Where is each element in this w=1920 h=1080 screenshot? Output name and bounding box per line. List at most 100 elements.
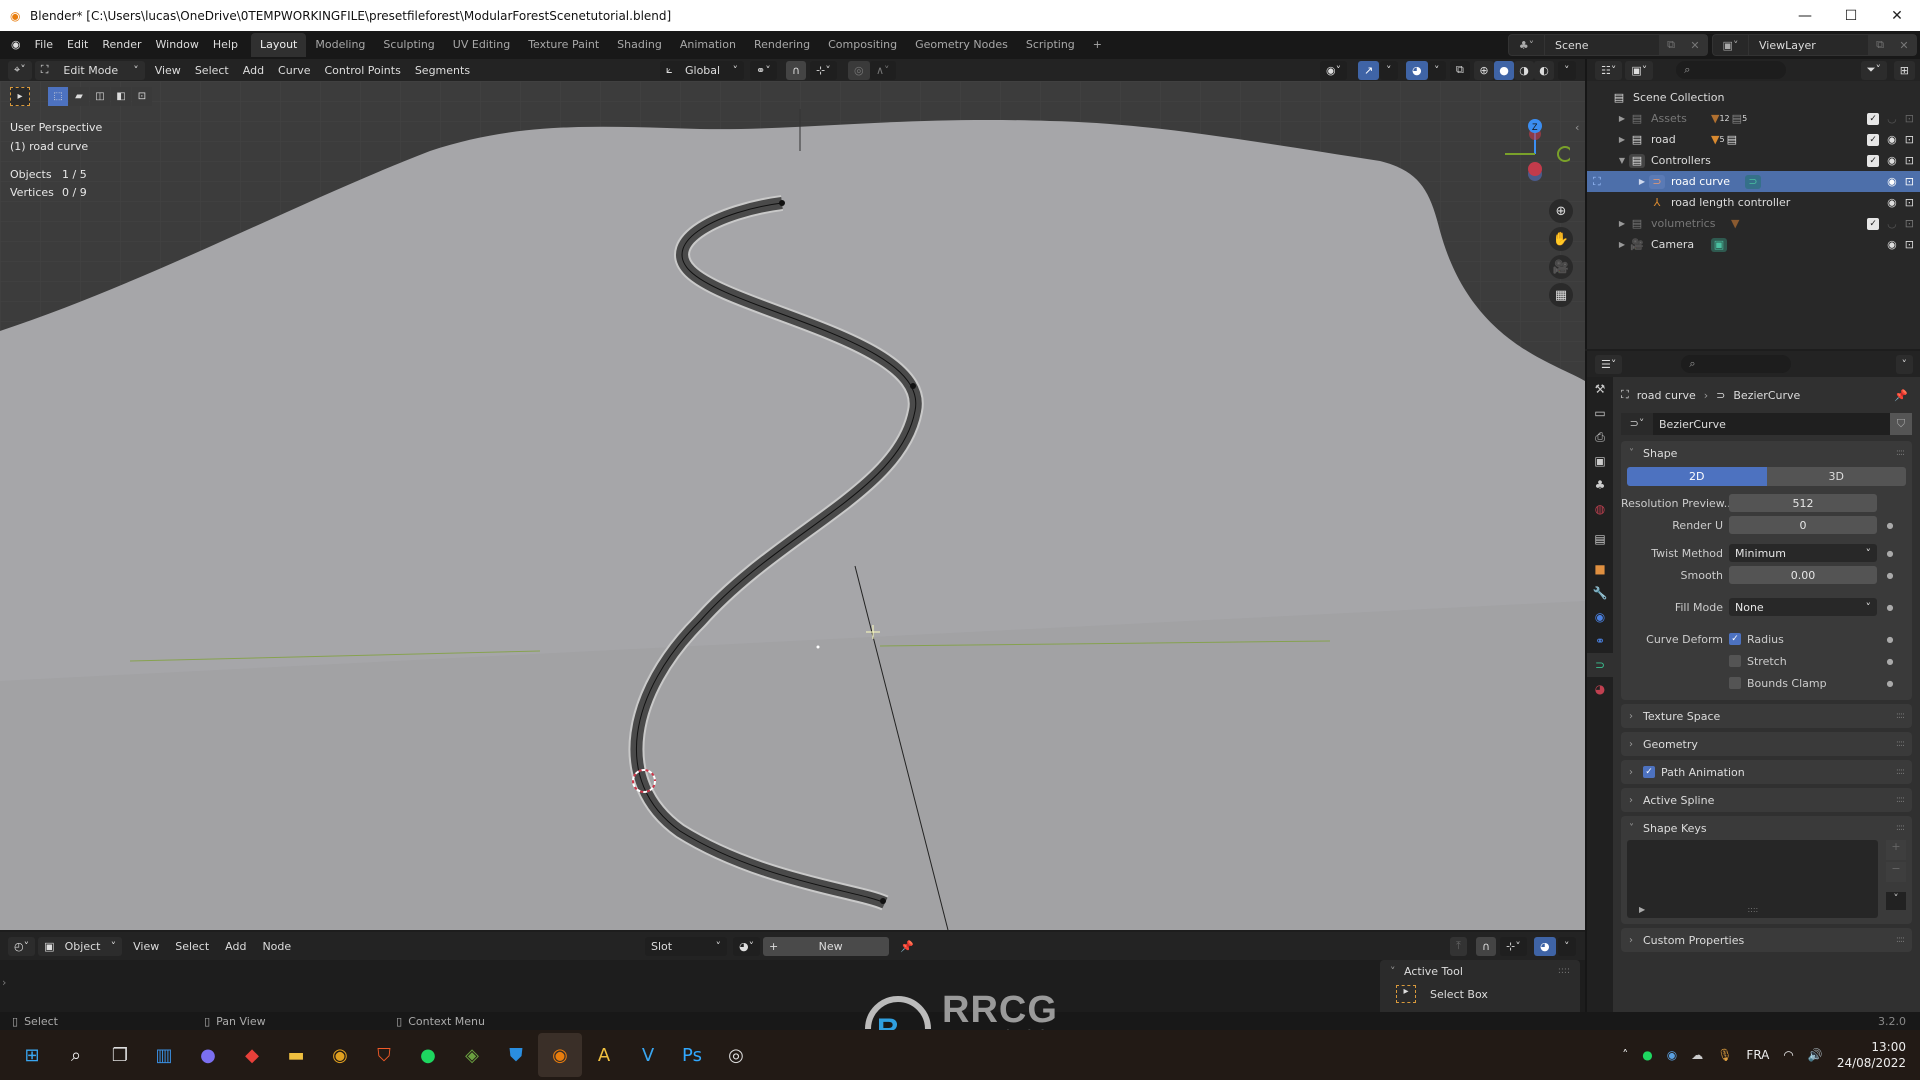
proportional-edit-toggle[interactable]: ◎ xyxy=(848,60,870,80)
outliner-row-road[interactable]: ▶ ▤ road ▼ 5 ▤ ✓ ◉ ⊡ xyxy=(1587,129,1920,150)
edit-mode-indicator-icon[interactable]: ⛶ xyxy=(1593,175,1601,189)
object-type-dropdown[interactable]: ▣ Object ˅ xyxy=(38,936,123,956)
tool-tab-icon[interactable]: ⚒ xyxy=(1587,377,1613,401)
microphone-icon[interactable]: 🎙 xyxy=(1717,1048,1732,1062)
chrome-icon[interactable]: ◉ xyxy=(318,1033,362,1077)
collapse-icon[interactable]: ▼ xyxy=(1615,156,1629,165)
menu-view[interactable]: View xyxy=(125,940,167,953)
camera-render-icon[interactable]: ⊡ xyxy=(1905,217,1914,230)
menu-node[interactable]: Node xyxy=(254,940,299,953)
close-button[interactable]: ✕ xyxy=(1874,0,1920,31)
new-viewlayer-icon[interactable]: ⧉ xyxy=(1868,35,1892,55)
menu-control-points[interactable]: Control Points xyxy=(318,64,408,77)
stretch-checkbox[interactable]: Stretch xyxy=(1729,655,1877,668)
tab-geometry-nodes[interactable]: Geometry Nodes xyxy=(906,33,1017,57)
wifi-icon[interactable]: ◠ xyxy=(1783,1048,1793,1062)
new-scene-icon[interactable]: ⧉ xyxy=(1659,35,1683,55)
keyframe-dot-icon[interactable]: ● xyxy=(1883,635,1897,644)
remove-shape-key-button[interactable]: − xyxy=(1886,862,1906,882)
outliner-row-camera[interactable]: ▶ 🎥 Camera ▣ ◉ ⊡ xyxy=(1587,234,1920,255)
drag-handle-icon[interactable]: :::: xyxy=(1896,795,1905,805)
drag-handle-icon[interactable]: :::: xyxy=(1896,448,1905,458)
modifier-tab-icon[interactable]: 🔧 xyxy=(1587,581,1613,605)
keyframe-dot-icon[interactable]: ● xyxy=(1883,603,1897,612)
overlay-dropdown[interactable]: ˅ xyxy=(1428,60,1446,80)
expand-icon[interactable]: ▶ xyxy=(1615,114,1629,123)
file-explorer-icon[interactable]: ▬ xyxy=(274,1033,318,1077)
select-new-icon[interactable]: ⬚ xyxy=(48,87,68,106)
spotify-icon[interactable]: ● xyxy=(406,1033,450,1077)
pin-icon[interactable]: 📌 xyxy=(1894,389,1908,402)
select-intersect-icon[interactable]: ⊡ xyxy=(132,87,152,106)
sidebar-toggle-icon[interactable]: ‹ xyxy=(1575,121,1579,134)
shape-panel-header[interactable]: ˅ Shape :::: xyxy=(1621,441,1912,465)
overlay-toggle[interactable]: ◕ xyxy=(1534,936,1556,956)
snap-target-button[interactable]: ⊹˅ xyxy=(810,60,837,80)
teams-icon[interactable]: ● xyxy=(186,1033,230,1077)
expand-icon[interactable]: ▶ xyxy=(1635,177,1649,186)
tab-shading[interactable]: Shading xyxy=(608,33,671,57)
blender-taskbar-icon[interactable]: ◉ xyxy=(538,1033,582,1077)
menu-view[interactable]: View xyxy=(148,64,188,77)
new-material-button[interactable]: + New xyxy=(763,936,889,956)
minimize-button[interactable]: — xyxy=(1782,0,1828,31)
task-view-icon[interactable]: ❐ xyxy=(98,1033,142,1077)
keyframe-dot-icon[interactable]: ● xyxy=(1883,549,1897,558)
menu-help[interactable]: Help xyxy=(206,34,245,56)
camera-view-icon[interactable]: 🎥 xyxy=(1549,255,1573,279)
menu-add[interactable]: Add xyxy=(236,64,271,77)
exclude-checkbox[interactable]: ✓ xyxy=(1867,154,1880,167)
exclude-checkbox[interactable]: ✓ xyxy=(1867,133,1880,146)
y-axis-icon[interactable] xyxy=(1557,146,1570,162)
constraints-tab-icon[interactable]: ⚭ xyxy=(1587,629,1613,653)
fill-mode-dropdown[interactable]: None ˅ xyxy=(1729,598,1877,616)
expand-icon[interactable]: ▶ xyxy=(1615,240,1629,249)
gizmo-dropdown[interactable]: ˅ xyxy=(1380,60,1398,80)
outliner-search-input[interactable]: ⌕ xyxy=(1676,61,1787,79)
tab-texture-paint[interactable]: Texture Paint xyxy=(519,33,608,57)
keyframe-dot-icon[interactable]: ● xyxy=(1883,679,1897,688)
display-mode-icon[interactable]: ▣˅ xyxy=(1625,60,1654,80)
smooth-field[interactable]: 0.00 xyxy=(1729,566,1877,584)
ortho-grid-icon[interactable]: ▦ xyxy=(1549,283,1573,307)
defender-icon[interactable]: ⛊ xyxy=(494,1033,538,1077)
camera-render-icon[interactable]: ⊡ xyxy=(1905,112,1914,125)
toolbar-toggle-icon[interactable]: › xyxy=(2,976,6,989)
snap-toggle[interactable]: ∩ xyxy=(786,60,807,80)
expand-icon[interactable]: ▶ xyxy=(1615,219,1629,228)
menu-window[interactable]: Window xyxy=(149,34,206,56)
outliner-row-assets[interactable]: ▶ ▤ Assets ▼ 12 ▤ 5 ✓ ◡ ⊡ xyxy=(1587,108,1920,129)
scene-tab-icon[interactable]: ♣ xyxy=(1587,473,1613,497)
tab-animation[interactable]: Animation xyxy=(671,33,745,57)
hidden-eye-icon[interactable]: ◡ xyxy=(1887,112,1897,125)
delete-viewlayer-icon[interactable]: ✕ xyxy=(1892,35,1916,55)
material-shading-button[interactable]: ◑ xyxy=(1514,60,1534,80)
volume-icon[interactable]: 🔊 xyxy=(1808,1048,1823,1062)
properties-options-icon[interactable]: ˅ xyxy=(1895,354,1913,374)
menu-curve[interactable]: Curve xyxy=(271,64,317,77)
shader-editor-canvas[interactable]: › xyxy=(0,960,1585,1017)
3d-button[interactable]: 3D xyxy=(1766,467,1906,486)
wireframe-shading-button[interactable]: ⊕ xyxy=(1474,60,1494,80)
panel-header[interactable]: › Active Spline:::: xyxy=(1621,788,1912,812)
radius-checkbox[interactable]: ✓ Radius xyxy=(1729,633,1877,646)
shading-dropdown[interactable]: ˅ xyxy=(1558,60,1576,80)
show-hidden-icons-icon[interactable]: ˄ xyxy=(1622,1048,1628,1062)
control-point[interactable] xyxy=(880,898,886,904)
panel-header[interactable]: › Texture Space:::: xyxy=(1621,704,1912,728)
pin-icon[interactable]: 📌 xyxy=(900,940,914,953)
tab-uv-editing[interactable]: UV Editing xyxy=(444,33,519,57)
pivot-point-button[interactable]: ⚭˅ xyxy=(750,60,777,80)
checkbox-checked-icon[interactable]: ✓ xyxy=(1729,633,1741,645)
list-resize-handle-icon[interactable]: :::: xyxy=(1747,905,1758,914)
affinity-icon[interactable]: A xyxy=(582,1033,626,1077)
vegas-icon[interactable]: V xyxy=(626,1033,670,1077)
start-icon[interactable]: ⊞ xyxy=(10,1033,54,1077)
drag-handle-icon[interactable]: :::: xyxy=(1896,767,1905,777)
language-indicator[interactable]: FRA xyxy=(1746,1048,1769,1062)
parent-node-icon[interactable]: ⤒ xyxy=(1450,936,1467,956)
brave-icon[interactable]: ⛉ xyxy=(362,1033,406,1077)
viewlayer-name[interactable]: ViewLayer xyxy=(1749,39,1868,52)
overlay-dropdown[interactable]: ˅ xyxy=(1558,936,1576,956)
eye-icon[interactable]: ◉ xyxy=(1887,154,1897,167)
